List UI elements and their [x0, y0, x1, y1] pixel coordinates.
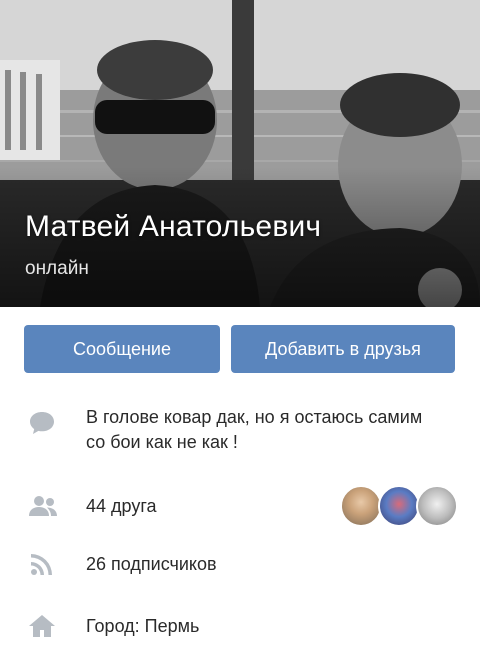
city-row: Город: Пермь	[0, 612, 480, 642]
avatar[interactable]	[340, 485, 382, 527]
home-icon	[29, 615, 55, 637]
profile-cover: Матвей Анатольевич онлайн	[0, 0, 480, 307]
status-row: В голове ковар дак, но я остаюсь самим с…	[0, 405, 480, 465]
city-text: Город: Пермь	[86, 616, 200, 636]
friends-count[interactable]: 44 друга	[86, 494, 157, 519]
friends-row[interactable]: 44 друга	[0, 485, 480, 529]
avatar[interactable]	[378, 485, 420, 527]
avatar[interactable]	[416, 485, 458, 527]
followers-count[interactable]: 26 подписчиков	[86, 552, 217, 577]
speech-bubble-icon	[30, 412, 54, 434]
profile-actions: Сообщение Добавить в друзья	[0, 307, 480, 389]
friends-avatars[interactable]	[340, 485, 460, 529]
followers-row[interactable]: 26 подписчиков	[0, 550, 480, 580]
add-friend-button[interactable]: Добавить в друзья	[231, 325, 455, 373]
status-text: В голове ковар дак, но я остаюсь самим с…	[86, 407, 423, 452]
people-icon	[29, 496, 57, 516]
profile-name: Матвей Анатольевич	[25, 210, 322, 243]
message-button[interactable]: Сообщение	[24, 325, 220, 373]
online-status: онлайн	[25, 258, 89, 279]
rss-feed-icon	[31, 554, 52, 575]
